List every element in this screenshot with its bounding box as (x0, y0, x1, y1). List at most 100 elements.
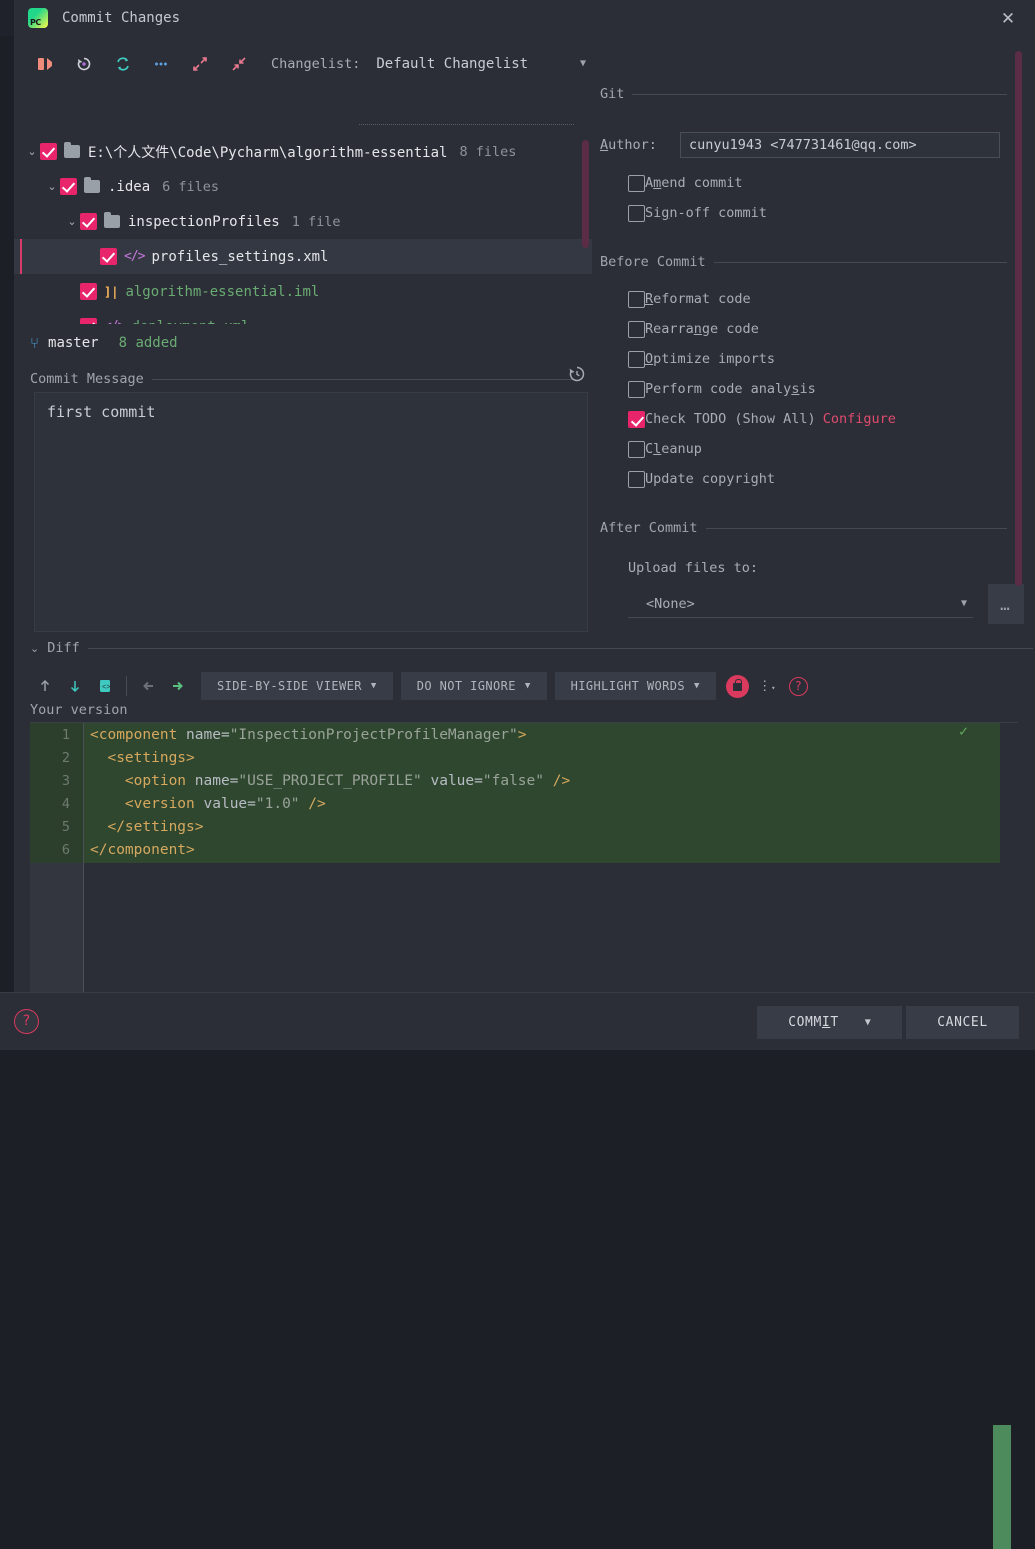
tree-row-checkbox[interactable] (80, 213, 97, 230)
help-icon[interactable]: ? (789, 677, 808, 696)
before-commit-checkbox-item[interactable]: Perform code analysis (628, 374, 1035, 404)
xml-file-icon: </> (124, 249, 144, 264)
checkbox-label: Optimize imports (645, 351, 775, 367)
tree-row-checkbox[interactable] (40, 143, 57, 160)
git-checkbox-item[interactable]: Amend commit (628, 168, 1035, 198)
branch-status-row: ⑂ master 8 added (14, 329, 178, 357)
code-line: 6</component> (30, 838, 1000, 861)
chevron-down-icon: ▼ (371, 681, 377, 691)
code-token: value= (204, 796, 256, 812)
chevron-down-icon: ▼ (961, 598, 967, 609)
code-token: "1.0" (256, 796, 308, 812)
chevron-down-icon[interactable]: ⌄ (44, 180, 60, 193)
commit-button[interactable]: COMMIT ▼ (757, 1006, 902, 1039)
tree-row[interactable]: ⌄.idea6 files (14, 169, 592, 204)
tree-scrollbar[interactable] (582, 140, 589, 248)
line-number: 4 (30, 796, 76, 812)
checkbox[interactable] (628, 291, 645, 308)
left-edge-strip (0, 0, 14, 1050)
chevron-down-icon[interactable]: ⌄ (30, 642, 39, 655)
checkbox[interactable] (628, 175, 645, 192)
git-checkbox-item[interactable]: Sign-off commit (628, 198, 1035, 228)
before-commit-checkbox-item[interactable]: Rearrange code (628, 314, 1035, 344)
lock-icon[interactable] (726, 675, 749, 698)
code-line: 4 <version value="1.0" /> (30, 792, 1000, 815)
code-token: value= (430, 773, 482, 789)
help-icon[interactable]: ? (14, 1009, 39, 1034)
code-lines: 1<component name="InspectionProjectProfi… (30, 723, 1000, 861)
tree-row[interactable]: ⌄E:\个人文件\Code\Pycharm\algorithm-essentia… (14, 134, 592, 169)
dialog-footer: ? COMMIT ▼ CANCEL (0, 992, 1035, 1050)
before-commit-checkbox-item[interactable]: Cleanup (628, 434, 1035, 464)
tree-row-label: algorithm-essential.iml (125, 284, 319, 300)
accept-right-icon[interactable] (163, 671, 193, 701)
compare-file-icon[interactable]: <> (90, 671, 120, 701)
code-line-text: </component> (76, 842, 195, 858)
expand-all-icon[interactable] (186, 49, 215, 79)
diff-scroll-marker[interactable] (993, 1425, 1011, 1549)
tree-row[interactable]: ⌄inspectionProfiles1 file (14, 204, 592, 239)
checkbox[interactable] (628, 471, 645, 488)
checkbox[interactable] (628, 205, 645, 222)
before-commit-checkbox-item[interactable]: Reformat code (628, 284, 1035, 314)
settings-kebab-icon[interactable]: ⋮▾ (757, 680, 777, 693)
divider (714, 262, 1007, 263)
diff-dropdown-label: HIGHLIGHT WORDS (571, 679, 685, 693)
more-icon[interactable] (147, 49, 176, 79)
iml-file-icon: ]| (104, 285, 118, 299)
changed-files-tree[interactable]: ⌄E:\个人文件\Code\Pycharm\algorithm-essentia… (14, 134, 592, 324)
upload-config-button[interactable]: … (988, 584, 1024, 624)
tree-row[interactable]: ]| algorithm-essential.iml (14, 274, 592, 309)
history-icon[interactable] (566, 363, 588, 385)
divider (152, 379, 575, 380)
next-difference-icon[interactable] (60, 671, 90, 701)
tree-row-checkbox[interactable] (80, 283, 97, 300)
diff-dropdown[interactable]: HIGHLIGHT WORDS▼ (555, 672, 716, 700)
before-commit-checkbox-item[interactable]: Check TODO (Show All)Configure (628, 404, 1035, 434)
upload-target-dropdown[interactable]: <None> ▼ (628, 590, 973, 618)
diff-pane-label: Your version (30, 702, 128, 718)
before-commit-checkbox-item[interactable]: Update copyright (628, 464, 1035, 494)
options-scrollbar[interactable] (1015, 51, 1022, 586)
previous-difference-icon[interactable] (30, 671, 60, 701)
close-icon[interactable]: ✕ (997, 8, 1019, 30)
changelist-label: Changelist: (271, 56, 360, 72)
collapse-all-icon[interactable] (224, 49, 253, 79)
changelist-underline (359, 124, 574, 125)
commit-message-input[interactable]: first commit (34, 392, 588, 632)
chevron-down-icon[interactable]: ⌄ (64, 215, 80, 228)
code-token: </settings> (90, 819, 204, 835)
diff-code-pane[interactable]: 1<component name="InspectionProjectProfi… (30, 722, 1018, 1022)
tree-row-checkbox[interactable] (80, 318, 97, 324)
configure-link[interactable]: Configure (823, 411, 896, 427)
checkbox[interactable] (628, 411, 645, 428)
tree-row-count: 6 files (162, 179, 219, 195)
tree-row-checkbox[interactable] (60, 178, 77, 195)
revert-icon[interactable] (70, 49, 99, 79)
author-label: Author: (600, 137, 680, 153)
chevron-down-icon[interactable]: ▼ (865, 1017, 871, 1028)
chevron-down-icon[interactable]: ⌄ (24, 145, 40, 158)
diff-dropdown[interactable]: SIDE-BY-SIDE VIEWER▼ (201, 672, 393, 700)
checkbox[interactable] (628, 321, 645, 338)
git-section-title: Git (600, 86, 624, 102)
changelist-dropdown[interactable]: Default Changelist ▼ (372, 49, 592, 79)
code-token: "InspectionProjectProfileManager" (230, 727, 518, 743)
tree-row[interactable]: </>profiles_settings.xml (14, 239, 592, 274)
show-diff-icon[interactable] (31, 49, 60, 79)
author-field[interactable]: cunyu1943 <747731461@qq.com> (680, 132, 1000, 158)
tree-row[interactable]: </>deployment.xml (14, 309, 592, 324)
checkbox[interactable] (628, 381, 645, 398)
commit-changes-dialog: m Commit Changes ✕ (0, 0, 1035, 1050)
refresh-icon[interactable] (108, 49, 137, 79)
diff-dropdown[interactable]: DO NOT IGNORE▼ (401, 672, 547, 700)
code-token: name= (195, 773, 239, 789)
tree-row-checkbox[interactable] (100, 248, 117, 265)
checkbox-label: Cleanup (645, 441, 702, 457)
commit-message-value: first commit (35, 393, 587, 431)
cancel-button[interactable]: CANCEL (906, 1006, 1019, 1039)
before-commit-checkbox-item[interactable]: Optimize imports (628, 344, 1035, 374)
checkbox[interactable] (628, 441, 645, 458)
accept-left-icon[interactable] (133, 671, 163, 701)
checkbox[interactable] (628, 351, 645, 368)
